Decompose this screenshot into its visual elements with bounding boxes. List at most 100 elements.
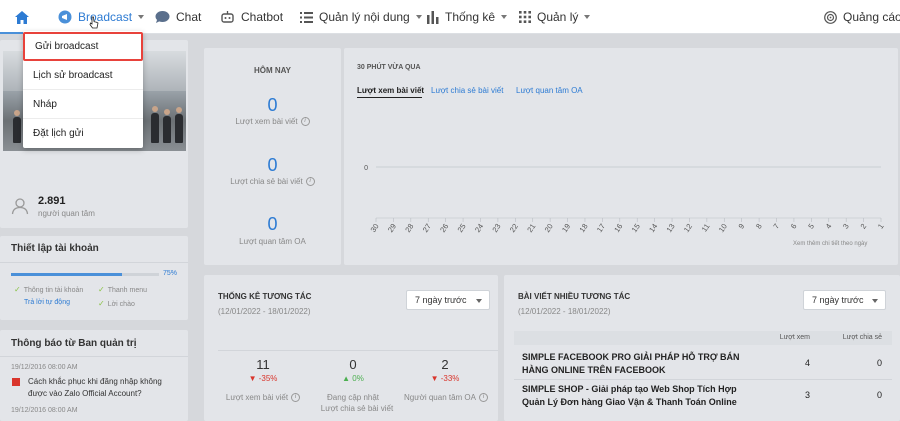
task-auto-reply[interactable]: Trả lời tự động <box>24 299 70 306</box>
x-tick-label: 13 <box>665 222 677 234</box>
post-views: 4 <box>804 358 810 368</box>
nav-stats[interactable]: Thống kê <box>427 0 508 34</box>
today-title: HÔM NAY <box>253 66 292 75</box>
x-tick-label: 29 <box>386 222 398 234</box>
divider <box>0 356 188 357</box>
chevron-down-icon <box>415 15 422 19</box>
table-row[interactable]: SIMPLE SHOP - Giải pháp tạo Web Shop Tíc… <box>514 381 892 411</box>
menu-item-send-broadcast[interactable]: Gửi broadcast <box>23 32 143 61</box>
post-title: SIMPLE FACEBOOK PRO GIẢI PHÁP HỖ TRỢ BÁN… <box>522 352 740 375</box>
stat-follows-change: ▼ -33% <box>430 374 460 383</box>
info-icon[interactable]: i <box>300 117 310 127</box>
info-icon[interactable]: i <box>291 393 301 403</box>
nav-ads-label: Quảng cáo <box>843 10 900 24</box>
task-account-info[interactable]: ✓ Thông tin tài khoản <box>14 285 83 294</box>
chevron-down-icon <box>138 15 145 19</box>
nav-chat[interactable]: Chat <box>155 0 201 34</box>
today-views-label: Lượt xem bài viết i <box>204 117 341 127</box>
posts-period-select[interactable]: 7 ngày trước <box>803 290 886 310</box>
check-icon: ✓ <box>14 285 21 294</box>
task-menu[interactable]: ✓ Thanh menu <box>98 285 147 294</box>
x-tick-label: 25 <box>456 222 468 234</box>
broadcast-dropdown: Gửi broadcast Lịch sử broadcast Nháp Đặt… <box>23 31 143 148</box>
chart-tab-follows[interactable]: Lượt quan tâm OA <box>516 86 583 95</box>
x-tick-label: 15 <box>630 222 642 234</box>
x-tick-label: 20 <box>543 222 555 234</box>
x-tick-label: 2 <box>858 222 868 231</box>
x-tick-label: 21 <box>525 222 537 234</box>
nav-broadcast[interactable]: Broadcast <box>58 0 145 34</box>
x-tick-label: 17 <box>595 222 607 234</box>
stat-follows-value: 2 <box>441 357 449 372</box>
broadcast-icon <box>58 10 72 24</box>
table-row[interactable]: SIMPLE FACEBOOK PRO GIẢI PHÁP HỖ TRỢ BÁN… <box>514 349 892 379</box>
nav-ads[interactable]: Quảng cáo <box>824 0 900 34</box>
info-icon[interactable]: i <box>478 393 488 403</box>
x-tick-label: 22 <box>508 222 520 234</box>
x-tick-label: 6 <box>789 222 799 231</box>
x-tick-label: 30 <box>368 222 380 234</box>
chevron-down-icon <box>584 15 591 19</box>
x-tick-label: 10 <box>717 222 729 234</box>
notice-date: 19/12/2016 08:00 AM <box>11 364 78 371</box>
chart-tab-views[interactable]: Lượt xem bài viết <box>357 86 424 95</box>
info-icon[interactable]: i <box>305 177 315 187</box>
arrow-down-icon: ▼ <box>248 374 257 383</box>
x-tick-label: 8 <box>754 222 764 231</box>
menu-item-schedule[interactable]: Đặt lịch gửi <box>23 119 143 148</box>
menu-item-broadcast-history[interactable]: Lịch sử broadcast <box>23 61 143 90</box>
stat-views-change: ▼ -35% <box>248 374 278 383</box>
home-button[interactable] <box>14 0 30 34</box>
check-icon: ✓ <box>98 299 105 308</box>
stat-views-value: 11 <box>256 357 270 372</box>
nav-manage[interactable]: Quản lý <box>519 0 591 34</box>
post-shares: 0 <box>876 358 882 368</box>
nav-manage-label: Quản lý <box>537 10 579 24</box>
line-chart: 030 29 28 27 26 25 24 23 22 21 20 19 18 17 16 15 14 13 12 1… <box>364 165 886 234</box>
x-tick-label: 7 <box>771 222 781 231</box>
top-posts-title: BÀI VIẾT NHIỀU TƯƠNG TÁC <box>518 292 631 301</box>
x-tick-label: 1 <box>876 222 886 231</box>
nav-content-manage[interactable]: Quản lý nội dung <box>300 0 422 34</box>
x-tick-label: 5 <box>806 222 816 231</box>
arrow-up-icon: ▲ <box>342 374 351 383</box>
stat-views-label: Lượt xem bài viết i <box>220 393 306 403</box>
x-tick-label: 19 <box>560 222 572 234</box>
chart-tab-shares[interactable]: Lượt chia sẻ bài viết <box>431 86 503 95</box>
chevron-down-icon <box>501 15 508 19</box>
interaction-title: THỐNG KÊ TƯƠNG TÁC <box>218 292 312 301</box>
tab-active-indicator <box>357 97 422 98</box>
check-icon: ✓ <box>98 285 105 294</box>
stat-shares-value: 0 <box>349 357 357 372</box>
target-icon <box>824 10 837 24</box>
today-follows-label: Lượt quan tâm OA <box>239 237 306 246</box>
cursor-icon <box>89 16 99 29</box>
x-tick-label: 14 <box>647 222 659 234</box>
chart-more-link[interactable]: Xem thêm chi tiết theo ngày <box>793 241 867 247</box>
x-tick-label: 27 <box>421 222 433 234</box>
chat-icon <box>155 11 170 23</box>
stat-shares-label: Đang cập nhật <box>326 393 380 402</box>
today-shares-label: Lượt chia sẻ bài viết i <box>204 177 341 187</box>
home-icon <box>15 10 29 24</box>
divider <box>218 350 498 351</box>
col-shares-header: Lượt chia sẻ <box>842 334 882 341</box>
robot-icon <box>221 11 234 23</box>
nav-chatbot[interactable]: Chatbot <box>220 0 283 34</box>
followers-count: 2.891 <box>38 195 66 207</box>
top-posts-range: (12/01/2022 - 18/01/2022) <box>518 307 611 316</box>
grid-icon <box>519 11 531 23</box>
stat-shares-change: ▲ 0% <box>342 374 364 383</box>
task-greeting[interactable]: ✓ Lời chào <box>98 299 135 308</box>
setup-progress-fill <box>11 273 122 276</box>
account-setup-title: Thiết lập tài khoản <box>11 243 99 254</box>
interaction-period-select[interactable]: 7 ngày trước <box>406 290 490 310</box>
setup-progress-bar <box>11 273 159 276</box>
menu-item-draft[interactable]: Nháp <box>23 90 143 119</box>
notice-link[interactable]: Cách khắc phục khi đăng nhập không được … <box>28 376 173 400</box>
x-tick-label: 24 <box>473 222 485 234</box>
interaction-range: (12/01/2022 - 18/01/2022) <box>218 307 311 316</box>
x-tick-label: 16 <box>612 222 624 234</box>
x-tick-label: 12 <box>682 222 694 234</box>
list-icon <box>300 11 313 23</box>
